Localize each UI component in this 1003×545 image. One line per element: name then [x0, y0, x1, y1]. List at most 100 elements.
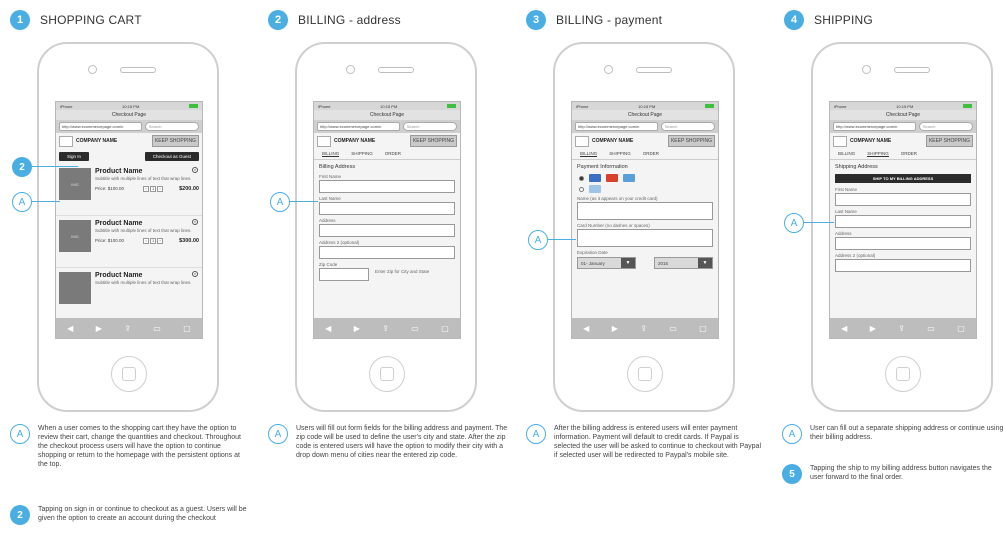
bookmarks-icon[interactable]: ▭ — [927, 324, 935, 333]
bookmarks-icon[interactable]: ▭ — [669, 324, 677, 333]
plus-icon[interactable]: › — [157, 237, 164, 244]
forward-icon[interactable]: ▶ — [96, 324, 102, 333]
annotation-text: When a user comes to the shopping cart t… — [38, 425, 241, 468]
bookmarks-icon[interactable]: ▭ — [411, 324, 419, 333]
url-field[interactable]: http://www.ecommercepage.com/n — [833, 122, 916, 131]
phone-frame: iPhone 10:15 PM Checkout Page http://www… — [37, 42, 219, 412]
first-name-input[interactable] — [835, 193, 971, 206]
unit-price: Price: $100.00 — [95, 238, 125, 243]
url-field[interactable]: http://www.ecommercepage.com/n — [59, 122, 142, 131]
step-number-badge: 1 — [10, 10, 30, 30]
keep-shopping-button[interactable]: KEEP SHOPPING — [409, 135, 457, 147]
tab-billing[interactable]: BILLING — [580, 151, 598, 157]
paypal-radio[interactable] — [579, 186, 584, 192]
share-icon[interactable]: ⇪ — [382, 324, 389, 333]
tab-order[interactable]: ORDER — [385, 151, 401, 157]
callout-2: 2 — [12, 157, 32, 177]
step-title: BILLING - address — [298, 13, 401, 27]
checkout-tabs: BILLING SHIPPING ORDER — [572, 149, 718, 160]
camera-icon — [862, 65, 871, 74]
product-image: IMG — [59, 220, 91, 252]
card-number-input[interactable] — [577, 229, 713, 247]
remove-item-icon[interactable]: × — [192, 219, 198, 225]
visa-icon — [589, 174, 601, 182]
quantity-value[interactable]: 1 — [150, 237, 157, 244]
note-marker-a: A — [782, 424, 802, 444]
first-name-input[interactable] — [319, 180, 455, 193]
sign-in-button[interactable]: Sign In — [59, 152, 90, 161]
quantity-stepper[interactable]: ‹ 1 › — [143, 237, 164, 244]
expiration-year-select[interactable]: 2015 ▼ — [654, 257, 713, 269]
tabs-icon[interactable]: ▢ — [441, 324, 449, 333]
share-icon[interactable]: ⇪ — [124, 324, 131, 333]
keep-shopping-button[interactable]: KEEP SHOPPING — [667, 135, 715, 147]
tab-order[interactable]: ORDER — [643, 151, 659, 157]
tab-shipping[interactable]: SHIPPING — [609, 151, 631, 157]
browser-bar: http://www.ecommercepage.com/n Search — [830, 120, 976, 133]
share-icon[interactable]: ⇪ — [898, 324, 905, 333]
field-label: Address — [835, 231, 852, 236]
paypal-option[interactable] — [579, 185, 713, 193]
keep-shopping-button[interactable]: KEEP SHOPPING — [151, 135, 199, 147]
tabs-icon[interactable]: ▢ — [957, 324, 965, 333]
remove-item-icon[interactable]: × — [192, 271, 198, 277]
share-icon[interactable]: ⇪ — [640, 324, 647, 333]
step-shopping-cart: 1 SHOPPING CART iPhone 10:15 PM Checkout… — [0, 0, 250, 545]
address-input[interactable] — [319, 224, 455, 237]
tab-billing[interactable]: BILLING — [838, 151, 855, 157]
ship-to-billing-button[interactable]: SHIP TO MY BILLING ADDRESS — [835, 174, 971, 183]
url-field[interactable]: http://www.ecommercepage.com/n — [317, 122, 400, 131]
search-field[interactable]: Search — [660, 122, 715, 131]
search-field[interactable]: Search — [402, 122, 457, 131]
back-icon[interactable]: ◀ — [583, 324, 589, 333]
phone-screen: iPhone 10:15 PM Checkout Page http://www… — [55, 101, 203, 339]
product-name[interactable]: Product Name — [95, 168, 199, 175]
last-name-input[interactable] — [835, 215, 971, 228]
zip-code-input[interactable] — [319, 268, 369, 281]
url-field[interactable]: http://www.ecommercepage.com/n — [575, 122, 658, 131]
back-icon[interactable]: ◀ — [841, 324, 847, 333]
back-icon[interactable]: ◀ — [325, 324, 331, 333]
minus-icon[interactable]: ‹ — [143, 185, 150, 192]
remove-item-icon[interactable]: × — [192, 167, 198, 173]
carrier-label: iPhone — [576, 103, 589, 109]
quantity-value[interactable]: 1 — [150, 185, 157, 192]
last-name-input[interactable] — [319, 202, 455, 215]
checkout-guest-button[interactable]: Checkout as Guest — [144, 152, 199, 161]
credit-card-radio[interactable] — [579, 175, 584, 181]
minus-icon[interactable]: ‹ — [143, 237, 150, 244]
tab-shipping[interactable]: SHIPPING — [867, 151, 889, 157]
plus-icon[interactable]: › — [157, 185, 164, 192]
product-name[interactable]: Product Name — [95, 220, 199, 227]
quantity-stepper[interactable]: ‹ 1 › — [143, 185, 164, 192]
browser-toolbar: ◀ ▶ ⇪ ▭ ▢ — [572, 318, 718, 338]
back-icon[interactable]: ◀ — [67, 324, 73, 333]
product-name[interactable]: Product Name — [95, 272, 199, 279]
tab-shipping[interactable]: SHIPPING — [351, 151, 373, 157]
expiration-month-select[interactable]: 01- January ▼ — [577, 257, 636, 269]
field-label: Address — [319, 218, 336, 223]
tab-billing[interactable]: BILLING — [322, 151, 340, 157]
step-number-badge: 3 — [526, 10, 546, 30]
payment-form: Payment Information Name (as it appears … — [572, 160, 718, 273]
search-field[interactable]: Search — [918, 122, 973, 131]
forward-icon[interactable]: ▶ — [612, 324, 618, 333]
bookmarks-icon[interactable]: ▭ — [153, 324, 161, 333]
phone-frame: iPhone 10:15 PM Checkout Page http://www… — [295, 42, 477, 412]
address-2-input[interactable] — [835, 259, 971, 272]
page-title: Checkout Page — [572, 110, 718, 120]
tabs-icon[interactable]: ▢ — [699, 324, 707, 333]
product-image — [59, 272, 91, 304]
address-input[interactable] — [835, 237, 971, 250]
tab-order[interactable]: ORDER — [901, 151, 917, 157]
product-subtitle: Subtitle with multiple lines of text tha… — [95, 176, 192, 181]
cardholder-name-input[interactable] — [577, 202, 713, 220]
address-2-input[interactable] — [319, 246, 455, 259]
forward-icon[interactable]: ▶ — [354, 324, 360, 333]
search-field[interactable]: Search — [144, 122, 199, 131]
brand-row: COMPANY NAME KEEP SHOPPING — [830, 133, 976, 149]
credit-card-option[interactable] — [579, 174, 713, 182]
forward-icon[interactable]: ▶ — [870, 324, 876, 333]
keep-shopping-button[interactable]: KEEP SHOPPING — [925, 135, 973, 147]
tabs-icon[interactable]: ▢ — [183, 324, 191, 333]
